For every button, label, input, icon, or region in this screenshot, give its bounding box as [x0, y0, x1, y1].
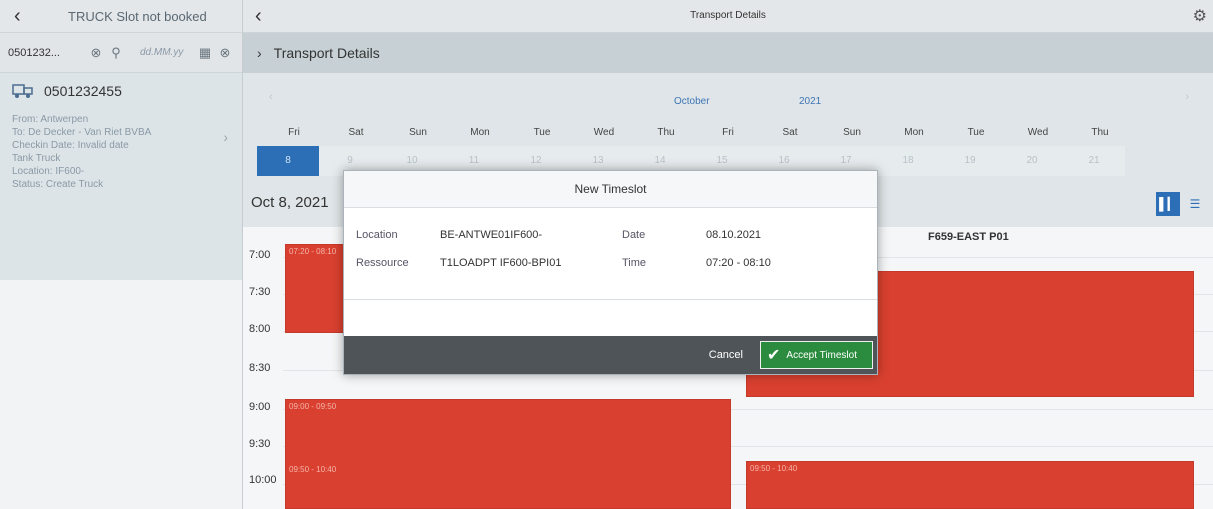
time-label: Time — [622, 257, 647, 269]
truck-status: Status: Create Truck — [12, 179, 104, 190]
day-name: Wed — [593, 127, 615, 138]
timeslot-block[interactable]: 07:20 - 08:10 — [285, 244, 345, 333]
day-cell[interactable]: 18 — [877, 146, 939, 176]
gear-icon[interactable]: ⚙ — [1193, 6, 1207, 26]
timeslot-block[interactable]: 09:00 - 09:50 09:50 - 10:40 — [285, 399, 731, 509]
day-name: Wed — [1027, 127, 1049, 138]
list-view-icon[interactable]: ☰ — [1185, 192, 1205, 216]
location-label: Location — [356, 229, 398, 241]
day-name: Mon — [904, 127, 924, 138]
clear-icon[interactable]: ⊗ — [86, 43, 106, 63]
search-row: 0501232... ⊗ ⚲ dd.MM.yy ▦ ⊗ — [0, 33, 242, 73]
date-filter-input[interactable]: dd.MM.yy — [140, 47, 195, 58]
back-icon[interactable]: ‹ — [14, 5, 38, 28]
day-cell[interactable]: 19 — [939, 146, 1001, 176]
calendar-icon[interactable]: ▦ — [195, 43, 215, 63]
day-name: Mon — [470, 127, 490, 138]
day-name: Sat — [348, 127, 364, 138]
dialog-title: New Timeslot — [344, 171, 877, 208]
day-name: Sun — [843, 127, 861, 138]
day-name: Fri — [722, 127, 734, 138]
truck-type: Tank Truck — [12, 153, 61, 164]
truck-to: To: De Decker - Van Riet BVBA — [12, 127, 152, 138]
day-cell[interactable]: 8 — [257, 146, 319, 176]
time-label: 8:30 — [249, 362, 271, 374]
truck-title: 0501232455 — [12, 83, 230, 99]
time-label: 10:00 — [249, 474, 277, 486]
chevron-right-icon[interactable]: › — [257, 45, 262, 61]
dialog-footer: Cancel ✔ Accept Timeslot — [344, 336, 877, 374]
master-title: TRUCK Slot not booked — [68, 8, 207, 24]
calendar-year[interactable]: 2021 — [799, 96, 821, 107]
accept-button-label: Accept Timeslot — [786, 349, 857, 361]
breadcrumb-title: Transport Details — [273, 45, 380, 61]
cancel-button[interactable]: Cancel — [709, 349, 743, 361]
resource-label: Ressource — [356, 257, 409, 269]
column-header: F659-EAST P01 — [928, 231, 1009, 243]
time-value: 07:20 - 08:10 — [706, 257, 771, 269]
search-input[interactable]: 0501232... — [6, 47, 86, 59]
next-icon[interactable]: › — [1185, 91, 1189, 103]
truck-location: Location: IF600- — [12, 166, 85, 177]
new-timeslot-dialog: New Timeslot Location BE-ANTWE01IF600- D… — [343, 170, 878, 375]
detail-header: ‹ Transport Details ⚙ — [243, 0, 1213, 33]
time-label: 9:00 — [249, 401, 271, 413]
day-name: Tue — [967, 127, 985, 138]
search-icon[interactable]: ⚲ — [106, 43, 126, 63]
breadcrumb: › Transport Details — [243, 33, 1213, 73]
day-cell[interactable]: 20 — [1001, 146, 1063, 176]
day-cell[interactable]: 21 — [1063, 146, 1125, 176]
location-value: BE-ANTWE01IF600- — [440, 229, 543, 241]
calendar-month[interactable]: October — [674, 96, 710, 107]
truck-checkin: Checkin Date: Invalid date — [12, 140, 129, 151]
day-name: Tue — [533, 127, 551, 138]
truck-icon — [12, 84, 33, 98]
day-name: Thu — [657, 127, 675, 138]
slot-label: 09:50 - 10:40 — [750, 464, 798, 473]
master-pane: ‹ TRUCK Slot not booked 0501232... ⊗ ⚲ d… — [0, 0, 243, 509]
detail-title: Transport Details — [690, 10, 766, 21]
dialog-body: Location BE-ANTWE01IF600- Date 08.10.202… — [344, 208, 877, 300]
bar-chart-icon[interactable]: ▌▎ — [1156, 192, 1180, 216]
day-name: Sat — [782, 127, 798, 138]
timeslot-block[interactable]: 09:50 - 10:40 — [746, 461, 1194, 509]
calendar-header: ‹ October 2021 › Fri 8 Sat 9 Sun 10 Mon 11 Tue 12… — [243, 73, 1213, 185]
master-header: ‹ TRUCK Slot not booked — [0, 0, 242, 33]
checkmark-icon: ✔ — [767, 347, 781, 364]
slot-label: 09:00 - 09:50 — [289, 402, 337, 411]
slot-label: 07:20 - 08:10 — [289, 247, 337, 256]
time-label: 7:00 — [249, 249, 271, 261]
date-value: 08.10.2021 — [706, 229, 762, 241]
prev-icon[interactable]: ‹ — [269, 91, 273, 103]
time-label: 9:30 — [249, 438, 271, 450]
truck-from: From: Antwerpen — [12, 114, 89, 125]
day-name: Fri — [288, 127, 300, 138]
truck-list-item[interactable]: 0501232455 From: Antwerpen To: De Decker… — [0, 73, 242, 280]
day-name: Thu — [1091, 127, 1109, 138]
chevron-right-icon: › — [223, 129, 228, 145]
clear-date-icon[interactable]: ⊗ — [215, 43, 235, 63]
accept-timeslot-button[interactable]: ✔ Accept Timeslot — [760, 341, 873, 369]
selected-date: Oct 8, 2021 — [251, 194, 329, 211]
date-label: Date — [622, 229, 646, 241]
time-label: 8:00 — [249, 323, 271, 335]
day-name: Sun — [409, 127, 427, 138]
time-label: 7:30 — [249, 286, 271, 298]
slot-label: 09:50 - 10:40 — [289, 465, 337, 474]
resource-value: T1LOADPT IF600-BPI01 — [440, 257, 562, 269]
truck-id: 0501232455 — [44, 83, 122, 99]
